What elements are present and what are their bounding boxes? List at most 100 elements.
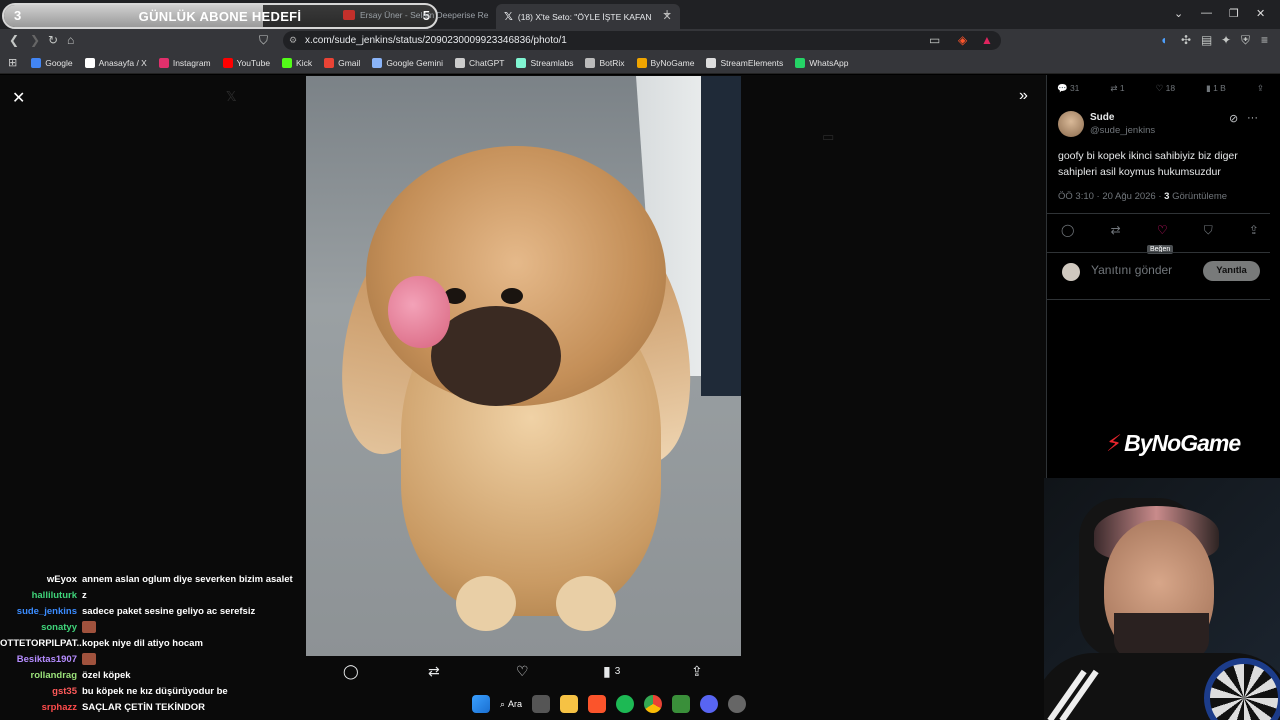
avatar[interactable]	[1058, 111, 1084, 137]
bookmark-label: BotRix	[599, 57, 625, 68]
photo-repost-button[interactable]: ⇄	[428, 663, 440, 680]
bookmark-label: ByNoGame	[650, 57, 695, 68]
brave-shield-icon[interactable]: ◈	[958, 33, 967, 47]
chat-text	[82, 652, 96, 668]
reload-icon[interactable]: ↻	[48, 33, 58, 47]
x-tab-icon: 𝕏	[504, 11, 513, 23]
task-view-icon[interactable]	[532, 695, 551, 713]
divider	[1047, 213, 1270, 214]
reply-icon[interactable]: ◯	[1061, 223, 1074, 238]
chat-text: sadece paket sesine geliyo ac serefsiz	[82, 606, 256, 617]
home-icon[interactable]: ⌂	[67, 33, 74, 47]
bookmark-bynogame[interactable]: ByNoGame	[636, 57, 695, 68]
back-icon[interactable]: ❮	[9, 33, 19, 47]
tab-search-icon[interactable]: ⌄	[1174, 7, 1183, 20]
brave-rewards-icon[interactable]: ▲	[981, 33, 993, 47]
wallet-icon[interactable]: ⛨	[1241, 33, 1250, 48]
spotify-icon[interactable]	[616, 695, 635, 713]
bookmark-label: YouTube	[236, 57, 271, 68]
photo-share-button[interactable]: ⇪	[691, 663, 703, 680]
bookmark-label: Instagram	[172, 57, 211, 68]
reply-input[interactable]: Yanıtını gönder	[1091, 263, 1172, 277]
reply-submit-button[interactable]: Yanıtla	[1203, 261, 1260, 281]
restore-icon[interactable]: ❐	[1229, 7, 1239, 20]
tab-ersay-uner[interactable]: Ersay Üner - Selam Deeperise Re	[335, 4, 497, 26]
url-field[interactable]: ⚙ x.com/sude_jenkins/status/209023000992…	[283, 31, 1001, 50]
app-icon[interactable]	[672, 695, 691, 713]
discord-icon[interactable]	[700, 695, 719, 713]
site-info-icon[interactable]: ⚙	[289, 31, 297, 50]
windows-start-icon[interactable]	[472, 695, 490, 713]
sponsor-text: ByNoGame	[1124, 430, 1241, 456]
bookmark-anasayfa-x[interactable]: Anasayfa / X	[84, 57, 147, 68]
chat-message: wEyox annem aslan oglum diye severken biz…	[0, 572, 300, 588]
bookmark-streamlabs[interactable]: Streamlabs	[516, 57, 573, 68]
close-viewer-icon[interactable]: ✕	[12, 88, 25, 108]
minimize-icon[interactable]: —	[1201, 7, 1212, 19]
bookmark-botrix[interactable]: BotRix	[585, 57, 625, 68]
sidebar-icon[interactable]: ▤	[1201, 33, 1212, 47]
bookmark-gmail[interactable]: Gmail	[324, 57, 360, 68]
bookmark-icon[interactable]: ⛉	[1204, 223, 1213, 238]
tab-x-seto[interactable]: 𝕏 (18) X'te Seto: "ÖYLE İŞTE KAFAN ✕	[496, 4, 680, 29]
chrome-icon[interactable]	[644, 695, 663, 713]
extensions-icon[interactable]: ✣	[1181, 33, 1191, 47]
apps-grid-icon[interactable]: ⊞	[8, 56, 17, 69]
photo-like-button[interactable]: ♡	[516, 663, 529, 680]
cast-icon[interactable]: ▭	[929, 33, 940, 47]
bookmark-whatsapp[interactable]: WhatsApp	[795, 57, 849, 68]
bookmark-youtube[interactable]: YouTube	[222, 57, 271, 68]
grok-icon[interactable]: ⊘	[1229, 112, 1238, 125]
author-name[interactable]: Sude	[1090, 112, 1114, 123]
likes-stat[interactable]: ♡ 18	[1156, 83, 1175, 94]
replies-stat[interactable]: 💬 31	[1057, 83, 1079, 94]
streamelements-icon	[706, 57, 717, 68]
heart-icon[interactable]: ♡	[1157, 223, 1168, 238]
menu-icon[interactable]: ≡	[1261, 33, 1268, 47]
views-stat[interactable]: ▮ 1 B	[1206, 83, 1226, 94]
search-icon: ⌕	[500, 698, 506, 709]
tweet-panel: 💬 31 ⇄ 1 ♡ 18 ▮ 1 B ⇪ Sude @sude_jenkins…	[1046, 75, 1270, 478]
taskbar-search[interactable]: ⌕ Ara	[500, 699, 522, 710]
photo-dog-muzzle	[431, 306, 561, 406]
file-explorer-icon[interactable]	[560, 695, 579, 713]
kick-icon	[282, 57, 293, 68]
tweet-actions: ◯ ⇄ ♡ ⛉ ⇪	[1061, 223, 1259, 238]
audio-icon[interactable]: ◖	[1160, 33, 1167, 47]
repost-icon[interactable]: ⇄	[1111, 223, 1121, 238]
bookmark-instagram[interactable]: Instagram	[158, 57, 211, 68]
tab-label: Ersay Üner - Selam Deeperise Re	[360, 10, 489, 20]
bookmark-google[interactable]: Google	[31, 57, 73, 68]
new-tab-icon[interactable]: +	[663, 5, 671, 21]
obs-icon[interactable]	[728, 695, 747, 713]
share-icon[interactable]: ⇪	[1249, 223, 1259, 238]
bookmark-icon[interactable]: ⛉	[259, 33, 268, 48]
reposts-stat[interactable]: ⇄ 1	[1110, 83, 1124, 94]
share-icon[interactable]: ⇪	[1257, 83, 1264, 94]
chat-text: SAÇLAR ÇETİN TEKİNDOR	[82, 702, 205, 713]
sponsor-logo: ⚡ ByNoGame	[1106, 430, 1241, 457]
close-window-icon[interactable]: ✕	[1256, 7, 1265, 20]
forward-icon[interactable]: ❯	[30, 33, 40, 47]
brave-icon[interactable]	[588, 695, 607, 713]
tweet-time[interactable]: ÖÖ 3:10 · 20 Ağu 2026 ·	[1058, 191, 1162, 202]
photo-views-button[interactable]: ▮ 3	[603, 663, 620, 680]
chat-username: sude_jenkins	[16, 606, 77, 617]
chat-text: bu köpek ne kız düşürüyodur be	[82, 686, 228, 697]
instagram-icon	[158, 57, 169, 68]
chat-text: annem aslan oglum diye severken bizim as…	[82, 574, 293, 585]
photo-reply-button[interactable]: ◯	[343, 663, 359, 680]
bookmark-streamelements[interactable]: StreamElements	[706, 57, 783, 68]
tweet-photo-dog[interactable]	[306, 76, 741, 656]
bookmark-chatgpt[interactable]: ChatGPT	[455, 57, 504, 68]
author-handle[interactable]: @sude_jenkins	[1090, 125, 1155, 136]
more-options-icon[interactable]: ···	[1247, 112, 1258, 124]
divider	[1047, 252, 1270, 253]
chat-message: sude_jenkins sadece paket sesine geliyo a…	[0, 604, 300, 620]
collapse-panel-icon[interactable]: »	[1019, 87, 1028, 105]
chat-message: rollandrag özel köpek	[0, 668, 300, 684]
bookmark-google-gemini[interactable]: Google Gemini	[372, 57, 443, 68]
leo-icon[interactable]: ✦	[1221, 33, 1231, 47]
bookmark-kick[interactable]: Kick	[282, 57, 312, 68]
chatgpt-icon	[455, 57, 466, 68]
